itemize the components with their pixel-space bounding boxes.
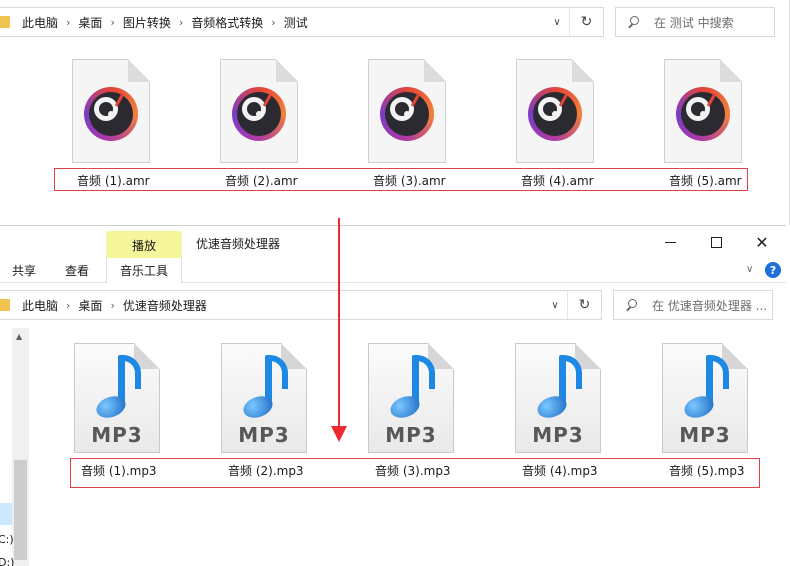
file-item-mp3-4[interactable]: MP3 [515, 343, 615, 463]
arrow-down-icon [331, 426, 347, 442]
breadcrumb: 此电脑 › 桌面 › 图片转换 › 音频格式转换 › 测试 [0, 14, 308, 31]
search-placeholder: 在 优速音频处理器 ... [652, 298, 768, 313]
mp3-file-icon: MP3 [221, 343, 307, 453]
nav-pane-selection [0, 503, 12, 525]
music-note-icon [93, 353, 144, 422]
file-item-amr-3[interactable] [348, 59, 448, 179]
breadcrumb-item[interactable]: 测试 [284, 14, 308, 31]
amr-audio-file-icon [368, 59, 446, 163]
help-icon[interactable]: ? [765, 262, 781, 278]
breadcrumb-item[interactable]: 音频格式转换 [191, 14, 263, 31]
maximize-icon [710, 236, 722, 248]
conversion-arrow-shaft [338, 218, 340, 430]
scrollbar-thumb[interactable] [14, 460, 27, 560]
explorer-window-youshu: 播放 优速音频处理器 ✕ 共享 查看 音乐工具 ∨ ? 此电脑 › 桌面 › 优… [0, 225, 786, 566]
title-bar: 播放 优速音频处理器 ✕ [0, 226, 786, 259]
breadcrumb-item[interactable]: 此电脑 [22, 14, 58, 31]
breadcrumb-item[interactable]: 优速音频处理器 [123, 297, 207, 314]
search-icon [628, 16, 640, 28]
address-history-dropdown[interactable]: ∨ [545, 291, 565, 319]
file-item-amr-2[interactable] [200, 59, 300, 179]
amr-audio-file-icon [72, 59, 150, 163]
nav-pane-drive-c[interactable]: C:) [0, 533, 14, 546]
mp3-file-icon: MP3 [515, 343, 601, 453]
file-name[interactable]: 音频 (2).mp3 [228, 462, 304, 479]
search-placeholder: 在 测试 中搜索 [654, 15, 734, 30]
music-note-icon [534, 353, 585, 422]
file-item-mp3-3[interactable]: MP3 [368, 343, 468, 463]
mp3-type-label: MP3 [532, 423, 584, 447]
close-icon: ✕ [755, 232, 769, 252]
music-note-icon [387, 353, 438, 422]
file-name[interactable]: 音频 (1).amr [77, 172, 150, 189]
file-name[interactable]: 音频 (4).amr [521, 172, 594, 189]
search-box[interactable]: 在 优速音频处理器 ... [613, 290, 773, 320]
chevron-down-icon[interactable]: ∨ [746, 264, 753, 275]
file-item-mp3-5[interactable]: MP3 [662, 343, 762, 463]
chevron-right-icon: › [110, 15, 115, 29]
mp3-file-icon: MP3 [662, 343, 748, 453]
amr-audio-file-icon [664, 59, 742, 163]
minimize-icon [664, 241, 676, 243]
file-name[interactable]: 音频 (4).mp3 [522, 462, 598, 479]
mp3-type-label: MP3 [238, 423, 290, 447]
chevron-right-icon: › [271, 15, 276, 29]
folder-icon [0, 299, 10, 311]
address-bar[interactable]: 此电脑 › 桌面 › 图片转换 › 音频格式转换 › 测试 ∨ ↻ [0, 7, 604, 37]
chevron-right-icon: › [178, 15, 184, 29]
refresh-icon[interactable]: ↻ [569, 8, 603, 36]
breadcrumb-item[interactable]: 桌面 [78, 14, 102, 31]
tab-share[interactable]: 共享 [12, 262, 36, 279]
search-box[interactable]: 在 测试 中搜索 [615, 7, 775, 37]
file-name[interactable]: 音频 (1).mp3 [81, 462, 157, 479]
file-name[interactable]: 音频 (3).mp3 [375, 462, 451, 479]
screenshot-stage: 此电脑 › 桌面 › 图片转换 › 音频格式转换 › 测试 ∨ ↻ 在 测试 中… [0, 0, 790, 566]
address-bar[interactable]: 此电脑 › 桌面 › 优速音频处理器 ∨ ↻ [0, 290, 602, 320]
chevron-right-icon: › [66, 15, 71, 29]
file-item-mp3-1[interactable]: MP3 [74, 343, 174, 463]
breadcrumb-item[interactable]: 桌面 [78, 297, 102, 314]
music-note-icon [681, 353, 732, 422]
mp3-file-icon: MP3 [74, 343, 160, 453]
tab-view[interactable]: 查看 [65, 262, 89, 279]
breadcrumb-item[interactable]: 此电脑 [22, 297, 58, 314]
scroll-up-icon[interactable]: ▲ [16, 332, 22, 341]
file-name[interactable]: 音频 (2).amr [225, 172, 298, 189]
mp3-type-label: MP3 [385, 423, 437, 447]
file-item-mp3-2[interactable]: MP3 [221, 343, 321, 463]
file-name[interactable]: 音频 (5).mp3 [669, 462, 745, 479]
explorer-window-test: 此电脑 › 桌面 › 图片转换 › 音频格式转换 › 测试 ∨ ↻ 在 测试 中… [0, 0, 790, 225]
window-title: 优速音频处理器 [196, 237, 281, 251]
ribbon-tabs: 共享 查看 音乐工具 ∨ ? [0, 258, 786, 283]
mp3-type-label: MP3 [91, 423, 143, 447]
nav-pane-drive-d[interactable]: D:) [0, 556, 14, 566]
close-button[interactable]: ✕ [752, 232, 772, 252]
amr-audio-file-icon [516, 59, 594, 163]
folder-icon [0, 16, 10, 28]
breadcrumb: 此电脑 › 桌面 › 优速音频处理器 [0, 297, 207, 314]
music-note-icon [240, 353, 291, 422]
maximize-button[interactable] [706, 232, 726, 252]
nav-pane-scrollbar[interactable]: ▲ [12, 328, 29, 566]
file-item-amr-4[interactable] [496, 59, 596, 179]
tab-music-tools[interactable]: 音乐工具 [106, 258, 182, 283]
search-icon [626, 299, 638, 311]
context-tab-play[interactable]: 播放 [106, 231, 182, 259]
amr-audio-file-icon [220, 59, 298, 163]
file-item-amr-1[interactable] [52, 59, 152, 179]
file-name[interactable]: 音频 (5).amr [669, 172, 742, 189]
mp3-file-icon: MP3 [368, 343, 454, 453]
breadcrumb-item[interactable]: 图片转换 [123, 14, 171, 31]
minimize-button[interactable] [660, 232, 680, 252]
chevron-right-icon: › [66, 298, 71, 312]
chevron-right-icon: › [110, 298, 115, 312]
file-name[interactable]: 音频 (3).amr [373, 172, 446, 189]
refresh-icon[interactable]: ↻ [567, 291, 601, 319]
mp3-type-label: MP3 [679, 423, 731, 447]
file-item-amr-5[interactable] [644, 59, 744, 179]
address-history-dropdown[interactable]: ∨ [547, 8, 567, 36]
